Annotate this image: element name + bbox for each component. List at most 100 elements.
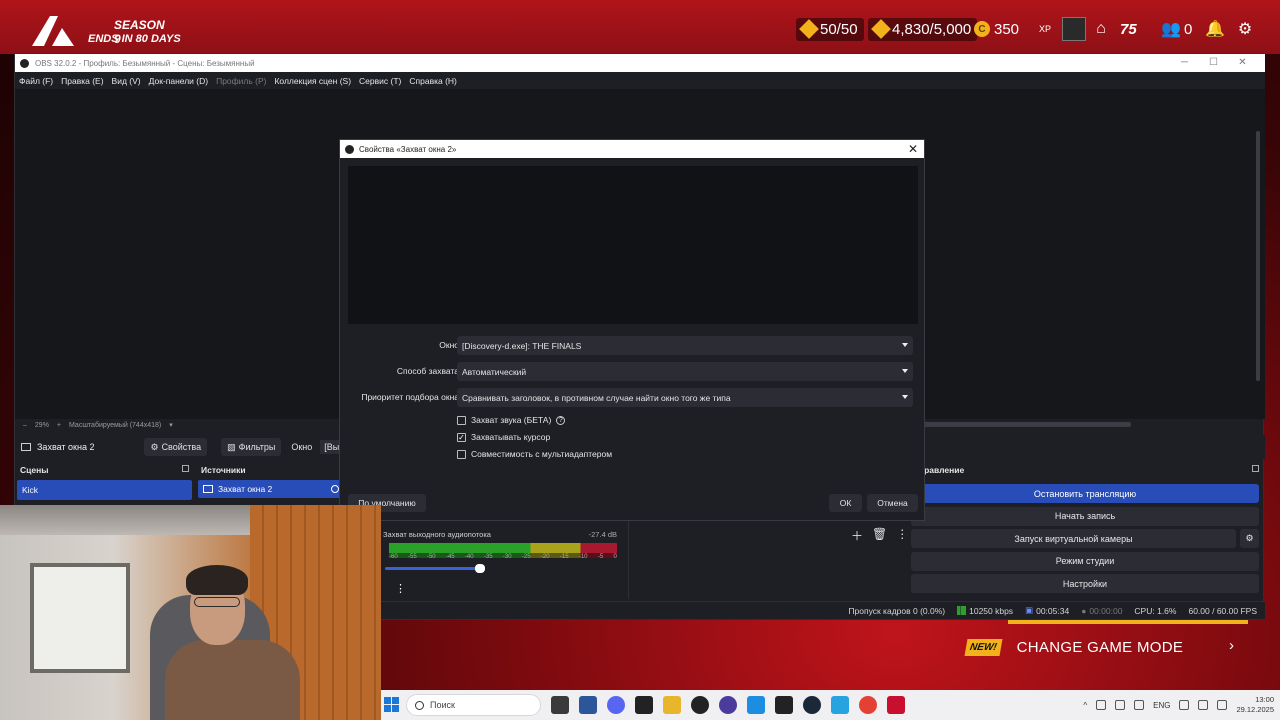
capture-method-select[interactable]: Автоматический bbox=[457, 362, 913, 381]
app-icon[interactable] bbox=[719, 696, 737, 714]
level-stat[interactable]: 75 bbox=[1120, 16, 1137, 42]
chevron-down-icon bbox=[902, 343, 908, 347]
file-explorer-icon[interactable] bbox=[663, 696, 681, 714]
virtual-camera-settings-button[interactable]: ⚙ bbox=[1240, 529, 1259, 548]
discord-icon[interactable] bbox=[607, 696, 625, 714]
tray-icon[interactable] bbox=[1096, 700, 1107, 710]
window-priority-select[interactable]: Сравнивать заголовок, в противном случае… bbox=[457, 388, 913, 407]
menu-scene-collection[interactable]: Коллекция сцен (S) bbox=[274, 76, 351, 86]
chevron-down-icon[interactable]: ▾ bbox=[169, 421, 173, 429]
add-icon[interactable]: ＋ bbox=[851, 527, 863, 544]
checkbox-icon[interactable] bbox=[457, 415, 466, 425]
menu-profile: Профиль (P) bbox=[216, 75, 267, 86]
microphone-icon[interactable] bbox=[1134, 700, 1145, 710]
notifications-button[interactable]: 🔔 bbox=[1205, 16, 1225, 42]
app-icon[interactable] bbox=[635, 696, 653, 714]
wifi-icon[interactable] bbox=[1115, 700, 1126, 710]
mixer-source-name: Захват выходного аудиопотока bbox=[383, 530, 491, 539]
task-view-icon[interactable] bbox=[551, 696, 569, 714]
help-icon[interactable]: ? bbox=[556, 415, 566, 425]
studio-mode-button[interactable]: Режим студии bbox=[911, 551, 1259, 571]
obs-titlebar[interactable]: OBS 32.0.2 - Профиль: Безымянный - Сцены… bbox=[15, 54, 1265, 72]
language-indicator[interactable]: ENG bbox=[1153, 701, 1170, 710]
friends-icon: 👥 bbox=[1161, 21, 1181, 38]
checkbox-icon[interactable] bbox=[457, 449, 466, 459]
undock-icon[interactable] bbox=[1252, 465, 1259, 472]
menu-tools[interactable]: Сервис (T) bbox=[359, 76, 401, 86]
game-hud: SEASON 9 ENDS IN 80 DAYS 50/50 4,830/5,0… bbox=[0, 0, 1280, 54]
virtual-camera-button[interactable]: Запуск виртуальной камеры bbox=[911, 529, 1236, 548]
menu-view[interactable]: Вид (V) bbox=[112, 76, 141, 86]
undock-icon[interactable] bbox=[182, 465, 189, 472]
settings-button[interactable]: Настройки bbox=[911, 574, 1259, 593]
mixer-menu-icon[interactable]: ⋮ bbox=[395, 582, 406, 595]
start-recording-button[interactable]: Начать запись bbox=[911, 506, 1259, 526]
controls-dock-header: Управление bbox=[909, 463, 1263, 476]
menu-file[interactable]: Файл (F) bbox=[19, 76, 53, 86]
rank-stat[interactable]: ⌂ bbox=[1092, 16, 1110, 42]
more-icon[interactable]: ⋮ bbox=[896, 527, 908, 544]
multibucks-stat[interactable]: 4,830/5,000 bbox=[868, 16, 978, 42]
maximize-icon[interactable]: ☐ bbox=[1199, 54, 1228, 72]
window-select[interactable]: [Discovery-d.exe]: THE FINALS bbox=[457, 336, 913, 355]
cam-person-hair bbox=[186, 565, 248, 595]
volume-slider-handle[interactable] bbox=[475, 564, 485, 573]
vrs-stat[interactable]: 50/50 bbox=[796, 16, 864, 42]
store-icon[interactable] bbox=[747, 696, 765, 714]
obs-icon[interactable] bbox=[691, 696, 709, 714]
current-source: Захват окна 2 bbox=[21, 442, 94, 452]
filters-button[interactable]: ▧ Фильтры bbox=[221, 438, 282, 456]
stream-icon: ▣ bbox=[1025, 605, 1034, 615]
clock[interactable]: 13:00 29.12.2025 bbox=[1236, 695, 1274, 715]
source-item[interactable]: Захват окна 2 bbox=[198, 480, 343, 498]
finals-app-icon[interactable] bbox=[887, 696, 905, 714]
change-game-mode-button[interactable]: NEW! CHANGE GAME MODE › bbox=[964, 632, 1246, 662]
game-app-icon[interactable] bbox=[775, 696, 793, 714]
coins-stat[interactable]: C 350 bbox=[974, 16, 1019, 42]
close-icon[interactable]: ✕ bbox=[1228, 54, 1257, 72]
volume-slider[interactable] bbox=[385, 567, 485, 570]
fps: 60.00 / 60.00 FPS bbox=[1188, 605, 1257, 616]
scale-mode[interactable]: Масштабируемый (744x418) bbox=[69, 422, 161, 429]
steam-icon[interactable] bbox=[803, 696, 821, 714]
multiadapter-checkbox[interactable]: Совместимость с мультиадаптером bbox=[457, 448, 612, 460]
battery-icon[interactable] bbox=[1217, 700, 1228, 710]
chrome-icon[interactable] bbox=[859, 696, 877, 714]
volume-icon[interactable] bbox=[1198, 700, 1209, 710]
properties-button[interactable]: ⚙ Свойства bbox=[144, 438, 208, 456]
windows-start-icon[interactable] bbox=[384, 697, 399, 712]
taskbar-apps bbox=[551, 696, 905, 714]
cancel-button[interactable]: Отмена bbox=[867, 494, 918, 512]
player-avatar[interactable] bbox=[1062, 16, 1086, 42]
scene-item[interactable]: Kick bbox=[17, 480, 192, 500]
stop-stream-button[interactable]: Остановить трансляцию bbox=[911, 484, 1259, 503]
zoom-in-button[interactable]: + bbox=[57, 422, 61, 429]
eye-icon[interactable] bbox=[331, 485, 339, 493]
volume-meter bbox=[389, 543, 617, 553]
close-icon[interactable]: ✕ bbox=[908, 142, 918, 156]
cpu-usage: CPU: 1.6% bbox=[1134, 605, 1177, 616]
ok-button[interactable]: ОК bbox=[829, 494, 862, 512]
game-settings-button[interactable]: ⚙ bbox=[1236, 16, 1254, 42]
network-icon[interactable] bbox=[1179, 700, 1190, 710]
xp-stat[interactable]: XP bbox=[1036, 16, 1054, 42]
chevron-up-icon[interactable]: ^ bbox=[1083, 701, 1087, 710]
word-icon[interactable] bbox=[579, 696, 597, 714]
menu-edit[interactable]: Правка (E) bbox=[61, 76, 103, 86]
capture-audio-checkbox[interactable]: Захват звука (БЕТА) ? bbox=[457, 414, 566, 426]
window-buttons: ─ ☐ ✕ bbox=[1170, 54, 1257, 72]
menu-docks[interactable]: Док-панели (D) bbox=[149, 76, 208, 86]
cam-person-glasses bbox=[194, 597, 240, 607]
checkbox-checked-icon[interactable]: ✓ bbox=[457, 432, 466, 442]
minimize-icon[interactable]: ─ bbox=[1170, 54, 1199, 72]
menu-help[interactable]: Справка (H) bbox=[409, 76, 457, 86]
dialog-titlebar[interactable]: Свойства «Захват окна 2» ✕ bbox=[340, 140, 924, 158]
friends-stat[interactable]: 👥 0 bbox=[1161, 16, 1192, 42]
taskbar-search[interactable]: Поиск bbox=[406, 694, 541, 716]
hud-stats: 50/50 4,830/5,000 C 350 XP ⌂ 75 👥 0 🔔 ⚙ bbox=[790, 16, 1280, 42]
telegram-icon[interactable] bbox=[831, 696, 849, 714]
preview-scrollbar[interactable] bbox=[1256, 131, 1260, 381]
trash-icon[interactable]: 🗑 bbox=[872, 527, 887, 544]
capture-cursor-checkbox[interactable]: ✓ Захватывать курсор bbox=[457, 431, 550, 443]
zoom-out-button[interactable]: – bbox=[23, 422, 27, 429]
